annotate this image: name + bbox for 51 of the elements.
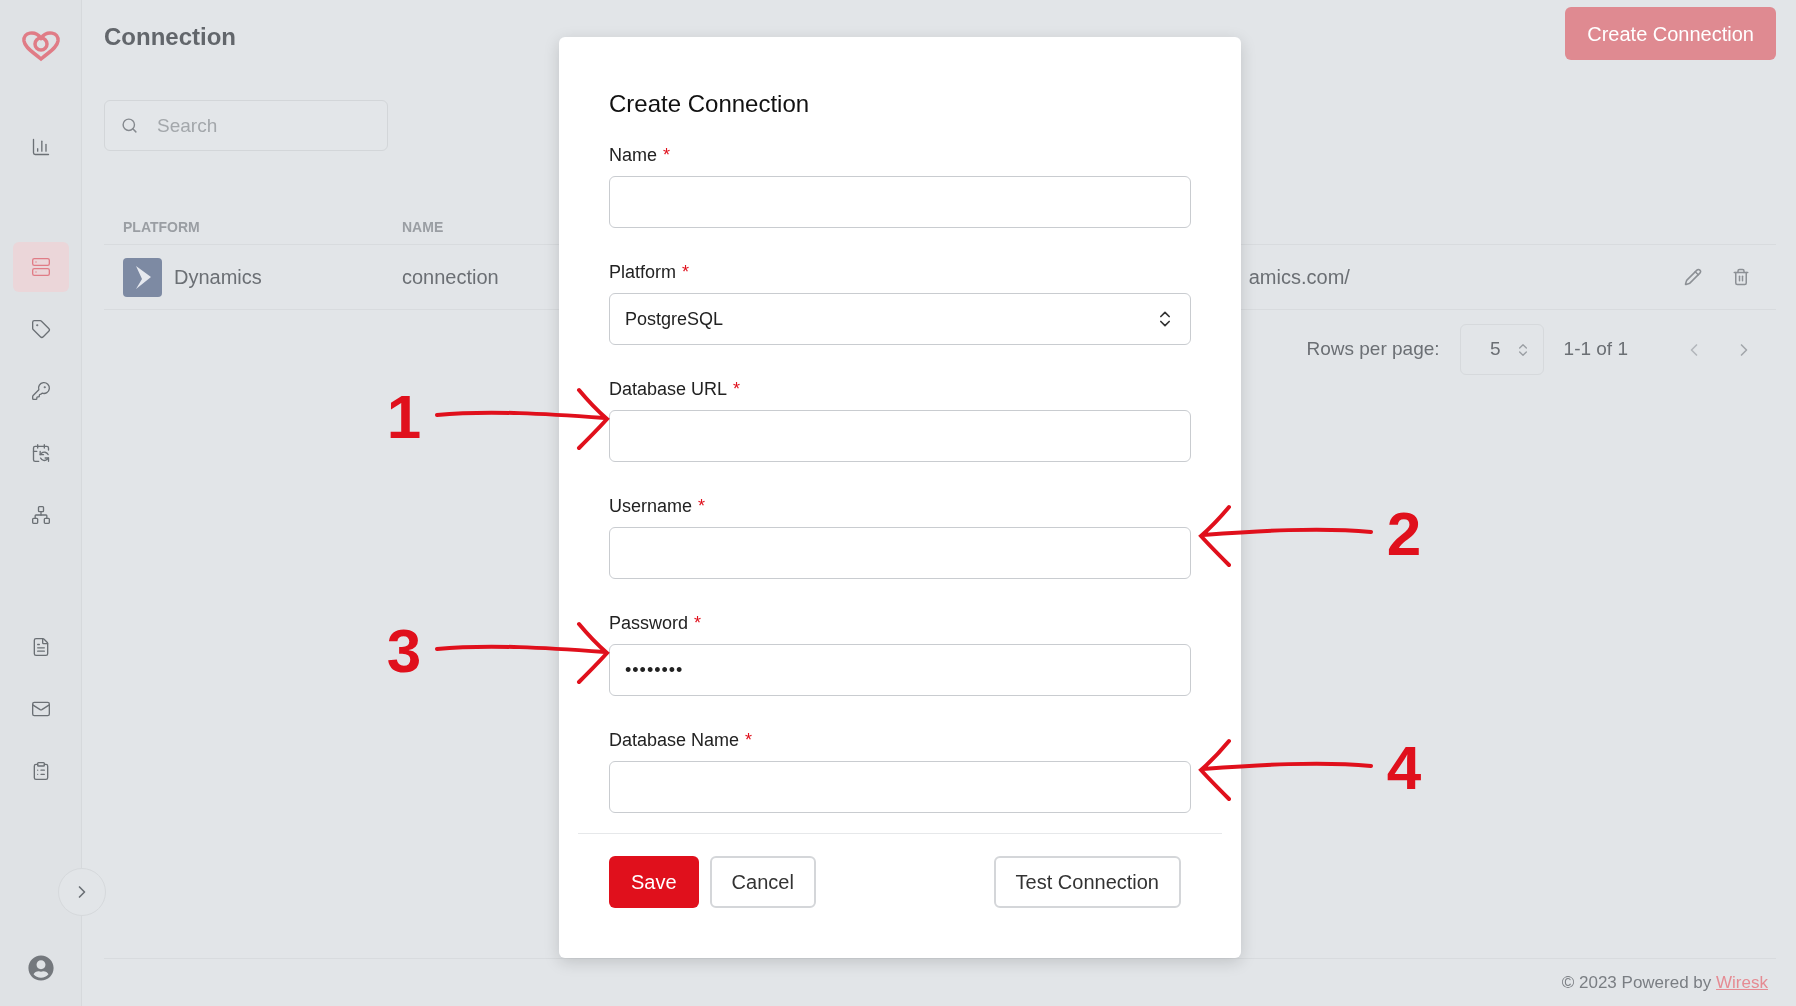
column-header: PLATFORM bbox=[123, 218, 201, 237]
dynamics-logo-icon bbox=[123, 257, 162, 297]
input-field[interactable] bbox=[609, 527, 1191, 579]
required-mark: * bbox=[682, 261, 690, 283]
rows-per-page-label: Rows per page: bbox=[1306, 337, 1440, 362]
required-mark: * bbox=[733, 378, 741, 400]
input-field[interactable] bbox=[609, 761, 1191, 813]
field-label: Username bbox=[609, 495, 693, 517]
table-cell-text: Dynamics bbox=[174, 265, 262, 290]
page-range: 1-1 of 1 bbox=[1563, 337, 1628, 362]
tag-icon bbox=[30, 319, 51, 339]
avatar-icon[interactable] bbox=[27, 955, 54, 981]
platform-select[interactable]: PostgreSQL bbox=[609, 293, 1191, 345]
key-icon bbox=[30, 381, 51, 401]
field-label: Database URL bbox=[609, 378, 728, 400]
field-label: Password bbox=[609, 612, 689, 634]
annotation-number: 4 bbox=[1385, 737, 1423, 799]
dialog-button[interactable]: Test Connection bbox=[993, 856, 1181, 908]
page-title: Connection bbox=[104, 22, 236, 52]
column-header: NAME bbox=[402, 218, 444, 237]
edit-icon[interactable] bbox=[1684, 268, 1702, 286]
delete-icon[interactable] bbox=[1732, 268, 1750, 286]
annotation-number: 1 bbox=[385, 386, 423, 448]
required-mark: * bbox=[698, 495, 706, 517]
annotation-number: 3 bbox=[385, 620, 423, 682]
search-icon bbox=[121, 117, 138, 134]
input-field[interactable] bbox=[609, 176, 1191, 228]
dialog-button[interactable]: Cancel bbox=[709, 856, 816, 908]
calendar-icon bbox=[30, 443, 51, 463]
dialog-button[interactable]: Save bbox=[609, 856, 699, 908]
input-field[interactable]: •••••••• bbox=[609, 644, 1191, 696]
hierarchy-icon bbox=[30, 505, 51, 525]
footer-text: © 2023 Powered by bbox=[1561, 971, 1713, 994]
required-mark: * bbox=[745, 729, 753, 751]
field-label: Name bbox=[609, 144, 657, 166]
annotation-number: 2 bbox=[1385, 503, 1423, 565]
search-field[interactable]: Search bbox=[104, 100, 388, 151]
field-label: Platform bbox=[609, 261, 677, 283]
mail-icon bbox=[30, 699, 51, 719]
dialog-title: Create Connection bbox=[609, 89, 811, 119]
table-cell-text: amics.com/ bbox=[1248, 265, 1350, 290]
input-field[interactable] bbox=[609, 410, 1191, 462]
bar-chart-icon bbox=[30, 137, 51, 157]
logo-icon bbox=[20, 30, 61, 62]
server-icon bbox=[30, 257, 51, 277]
sidebar-item[interactable] bbox=[12, 242, 69, 292]
table-cell-text: connection bbox=[402, 265, 499, 290]
required-mark: * bbox=[663, 144, 671, 166]
required-mark: * bbox=[694, 612, 702, 634]
rows-per-page-select[interactable]: 5 bbox=[1459, 324, 1544, 375]
field-label: Database Name bbox=[609, 729, 740, 751]
